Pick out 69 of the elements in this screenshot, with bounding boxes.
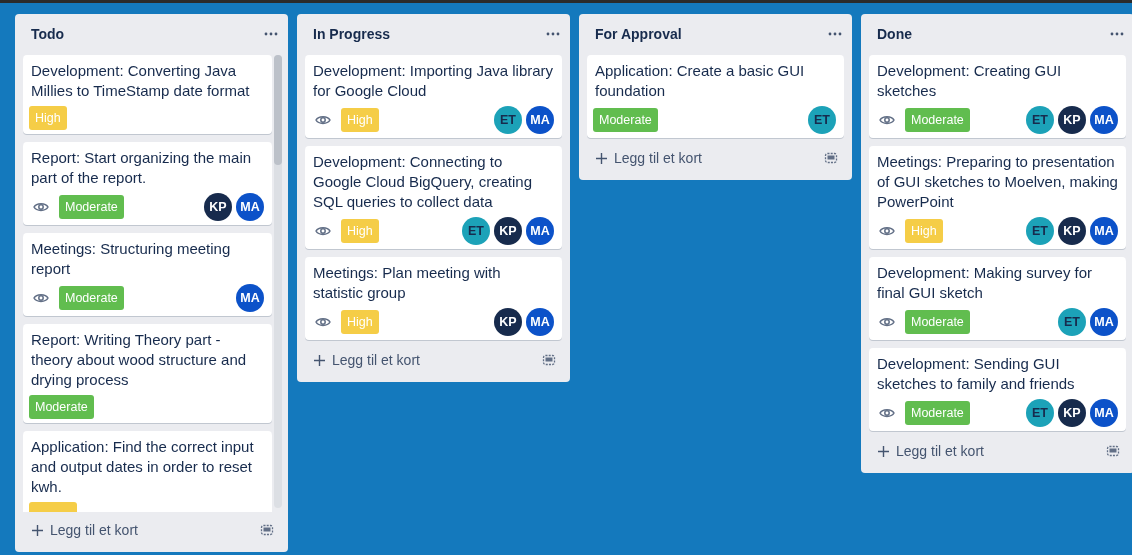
member-avatar[interactable]: ET bbox=[494, 106, 522, 134]
member-avatar[interactable]: MA bbox=[1090, 399, 1118, 427]
list-title[interactable]: In Progress bbox=[313, 26, 391, 42]
template-icon[interactable] bbox=[542, 353, 556, 367]
member-avatar[interactable]: MA bbox=[526, 308, 554, 336]
task-card[interactable]: Application: Create a basic GUI foundation Moderate ET bbox=[587, 55, 844, 138]
card-title: Report: Writing Theory part - theory about wood structure and drying process bbox=[31, 330, 248, 390]
card-title: Development: Creating GUI sketches bbox=[877, 61, 1063, 101]
add-card-button[interactable]: Legg til et kort bbox=[31, 520, 138, 540]
more-icon[interactable] bbox=[546, 32, 560, 36]
card-title: Report: Start organizing the main part of the report. bbox=[31, 148, 253, 188]
member-avatar[interactable]: KP bbox=[1058, 106, 1086, 134]
scrollbar[interactable] bbox=[274, 55, 282, 508]
card-title: Application: Create a basic GUI foundation bbox=[595, 61, 806, 101]
card-title: Meetings: Structuring meeting report bbox=[31, 239, 232, 279]
card-title: Development: Sending GUI sketches to family and friends bbox=[877, 354, 1076, 394]
member-avatar[interactable]: MA bbox=[526, 217, 554, 245]
member-avatar[interactable]: KP bbox=[494, 308, 522, 336]
member-avatar[interactable]: KP bbox=[1058, 399, 1086, 427]
task-card[interactable]: Meetings: Preparing to presentation of GUI sketches to Moelven, making PowerPoint High ET KP MA bbox=[869, 146, 1126, 249]
list-title[interactable]: Done bbox=[877, 26, 912, 42]
card-title: Development: Importing Java library for Google Cloud bbox=[313, 61, 554, 101]
list-title[interactable]: Todo bbox=[31, 26, 65, 42]
more-icon[interactable] bbox=[264, 32, 278, 36]
plus-icon bbox=[595, 151, 608, 165]
add-card-button[interactable]: Legg til et kort bbox=[877, 441, 984, 461]
task-card[interactable]: Meetings: Plan meeting with statistic group High KP MA bbox=[305, 257, 562, 340]
member-avatar[interactable]: ET bbox=[1058, 308, 1086, 336]
member-avatar[interactable]: MA bbox=[526, 106, 554, 134]
member-avatar[interactable]: ET bbox=[462, 217, 490, 245]
template-icon[interactable] bbox=[260, 523, 274, 537]
task-card[interactable]: Meetings: Structuring meeting report Moderate MA bbox=[23, 233, 272, 316]
card-title: Application: Find the correct input and output dates in order to reset kwh. bbox=[31, 437, 255, 497]
member-avatar[interactable]: MA bbox=[1090, 106, 1118, 134]
add-card-button[interactable]: Legg til et kort bbox=[313, 350, 420, 370]
plus-icon bbox=[313, 353, 326, 367]
member-avatar[interactable]: ET bbox=[808, 106, 836, 134]
card-title: Development: Converting Java Millies to TimeStamp date format bbox=[31, 61, 251, 101]
member-avatar[interactable]: ET bbox=[1026, 399, 1054, 427]
template-icon[interactable] bbox=[824, 151, 838, 165]
template-icon[interactable] bbox=[1106, 444, 1120, 458]
plus-icon bbox=[877, 444, 890, 458]
task-card[interactable]: Development: Connecting to Google Cloud BigQuery, creating SQL queries to collect data High ET KP MA bbox=[305, 146, 562, 249]
member-avatar[interactable]: MA bbox=[236, 284, 264, 312]
member-avatar[interactable]: MA bbox=[1090, 308, 1118, 336]
member-avatar[interactable]: ET bbox=[1026, 106, 1054, 134]
card-title: Development: Making survey for final GUI sketch bbox=[877, 263, 1094, 303]
task-card[interactable]: Development: Sending GUI sketches to family and friends Moderate ET KP MA bbox=[869, 348, 1126, 431]
member-avatar[interactable]: KP bbox=[1058, 217, 1086, 245]
plus-icon bbox=[31, 523, 44, 537]
more-icon[interactable] bbox=[1110, 32, 1124, 36]
add-card-button[interactable]: Legg til et kort bbox=[595, 148, 702, 168]
task-card[interactable]: Development: Making survey for final GUI sketch Moderate ET MA bbox=[869, 257, 1126, 340]
member-avatar[interactable]: ET bbox=[1026, 217, 1054, 245]
card-title: Meetings: Plan meeting with statistic group bbox=[313, 263, 502, 303]
card-title: Meetings: Preparing to presentation of GUI sketches to Moelven, making PowerPoint bbox=[877, 152, 1118, 212]
task-card[interactable]: Development: Creating GUI sketches Moderate ET KP MA bbox=[869, 55, 1126, 138]
task-card[interactable]: Report: Writing Theory part - theory about wood structure and drying process Moderate bbox=[23, 324, 272, 423]
card-title: Development: Connecting to Google Cloud BigQuery, creating SQL queries to collect data bbox=[313, 152, 533, 212]
member-avatar[interactable]: KP bbox=[204, 193, 232, 221]
member-avatar[interactable]: MA bbox=[1090, 217, 1118, 245]
task-card[interactable]: Development: Converting Java Millies to TimeStamp date format High bbox=[23, 55, 272, 134]
more-icon[interactable] bbox=[828, 32, 842, 36]
member-avatar[interactable]: MA bbox=[236, 193, 264, 221]
member-avatar[interactable]: KP bbox=[494, 217, 522, 245]
task-card[interactable]: Development: Importing Java library for Google Cloud High ET MA bbox=[305, 55, 562, 138]
list-title[interactable]: For Approval bbox=[595, 26, 682, 42]
task-card[interactable]: Application: Find the correct input and output dates in order to reset kwh. bbox=[23, 431, 272, 512]
task-card[interactable]: Report: Start organizing the main part of the report. Moderate KP MA bbox=[23, 142, 272, 225]
